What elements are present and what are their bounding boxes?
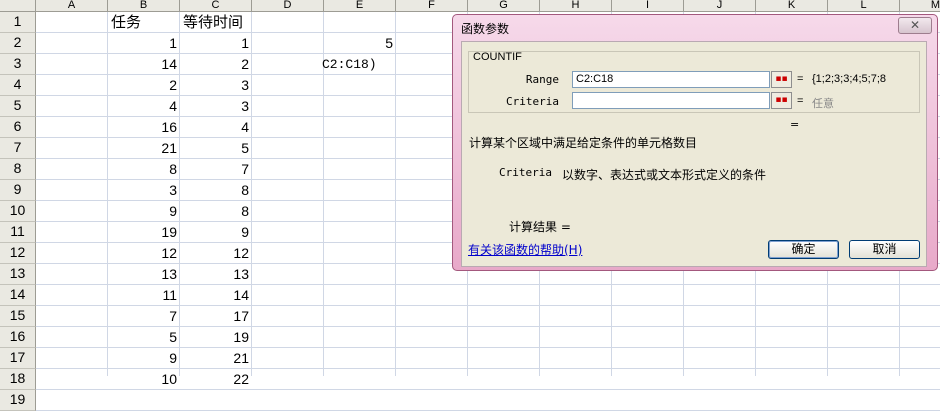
cell-e2[interactable]: 5 [324,33,396,54]
column-header-g[interactable]: G [468,0,540,12]
criteria-collapse-icon[interactable]: ▪▪ [771,92,792,109]
row-header-12[interactable]: 12 [0,243,36,264]
cell-c9[interactable]: 8 [180,180,252,201]
cell-b11[interactable]: 19 [108,222,180,243]
column-header-i[interactable]: I [612,0,684,12]
cell-b14[interactable]: 11 [108,285,180,306]
cell-c14[interactable]: 14 [180,285,252,306]
dialog-body: COUNTIF Range C2:C18 ▪▪ = {1;2;3;3;4;5;7… [461,41,927,267]
range-collapse-icon[interactable]: ▪▪ [771,71,792,88]
argument-description-name: Criteria [499,166,552,179]
formula-result-equals: = [790,118,800,131]
column-header-j[interactable]: J [684,0,756,12]
cell-b8[interactable]: 8 [108,159,180,180]
calculation-result: 计算结果 = [509,220,571,234]
cell-formula-overflow[interactable]: C2:C18) [322,54,452,75]
column-header-f[interactable]: F [396,0,468,12]
close-icon[interactable]: ✕ [898,17,932,34]
cell-b4[interactable]: 2 [108,75,180,96]
column-header-e[interactable]: E [324,0,396,12]
range-label: Range [525,73,559,86]
row-header-18[interactable]: 18 [0,369,36,390]
cancel-button[interactable]: 取消 [849,240,920,259]
cell-c16[interactable]: 19 [180,327,252,348]
cell-b5[interactable]: 4 [108,96,180,117]
cell-b13[interactable]: 13 [108,264,180,285]
cell-b17[interactable]: 9 [108,348,180,369]
cell-c8[interactable]: 7 [180,159,252,180]
row-header-17[interactable]: 17 [0,348,36,369]
function-arguments-dialog: 函数参数 ✕ COUNTIF Range C2:C18 ▪▪ = {1;2;3;… [452,14,938,271]
row-header-11[interactable]: 11 [0,222,36,243]
cell-c12[interactable]: 12 [180,243,252,264]
column-header-k[interactable]: K [756,0,828,12]
cell-b12[interactable]: 12 [108,243,180,264]
cell-c11[interactable]: 9 [180,222,252,243]
row-header-2[interactable]: 2 [0,33,36,54]
function-name: COUNTIF [473,51,522,63]
criteria-label: Criteria [506,95,559,108]
column-header-b[interactable]: B [108,0,180,12]
cell-c17[interactable]: 21 [180,348,252,369]
column-header-m[interactable]: M [900,0,940,12]
column-header-h[interactable]: H [540,0,612,12]
column-header-c[interactable]: C [180,0,252,12]
help-link[interactable]: 有关该函数的帮助(H) [468,241,582,258]
cell-c7[interactable]: 5 [180,138,252,159]
ok-button[interactable]: 确定 [768,240,839,259]
cell-c1[interactable]: 等待时间 [180,12,252,33]
cell-b10[interactable]: 9 [108,201,180,222]
column-header-d[interactable]: D [252,0,324,12]
cell-c10[interactable]: 8 [180,201,252,222]
row-header-1[interactable]: 1 [0,12,36,33]
cell-b2[interactable]: 1 [108,33,180,54]
row-header-9[interactable]: 9 [0,180,36,201]
criteria-result: 任意 [812,98,834,110]
row-header-10[interactable]: 10 [0,201,36,222]
cell-b16[interactable]: 5 [108,327,180,348]
row-header-7[interactable]: 7 [0,138,36,159]
row-header-3[interactable]: 3 [0,54,36,75]
cell-c2[interactable]: 1 [180,33,252,54]
range-result: {1;2;3;3;4;5;7;8 [812,73,887,85]
cell-b15[interactable]: 7 [108,306,180,327]
function-group: COUNTIF Range C2:C18 ▪▪ = {1;2;3;3;4;5;7… [468,51,920,113]
cell-b3[interactable]: 14 [108,54,180,75]
row-header-16[interactable]: 16 [0,327,36,348]
cell-c18[interactable]: 22 [180,369,252,390]
cell-b6[interactable]: 16 [108,117,180,138]
cell-b9[interactable]: 3 [108,180,180,201]
row-header-19[interactable]: 19 [0,390,36,411]
cell-c5[interactable]: 3 [180,96,252,117]
cell-c13[interactable]: 13 [180,264,252,285]
select-all-corner[interactable] [0,0,36,12]
cell-c4[interactable]: 3 [180,75,252,96]
column-header-l[interactable]: L [828,0,900,12]
row-header-4[interactable]: 4 [0,75,36,96]
criteria-input[interactable] [572,92,770,109]
cell-b7[interactable]: 21 [108,138,180,159]
row-header-14[interactable]: 14 [0,285,36,306]
cell-c15[interactable]: 17 [180,306,252,327]
column-header-a[interactable]: A [36,0,108,12]
cell-b1[interactable]: 任务 [108,12,180,33]
cell-b18[interactable]: 10 [108,369,180,390]
dialog-title: 函数参数 [461,22,510,36]
row-header-5[interactable]: 5 [0,96,36,117]
row-header-6[interactable]: 6 [0,117,36,138]
function-description: 计算某个区域中满足给定条件的单元格数目 [469,136,698,150]
row-header-8[interactable]: 8 [0,159,36,180]
range-input[interactable]: C2:C18 [572,71,770,88]
range-equals: = [797,73,804,85]
cell-c3[interactable]: 2 [180,54,252,75]
row-header-15[interactable]: 15 [0,306,36,327]
row-header-13[interactable]: 13 [0,264,36,285]
cell-c6[interactable]: 4 [180,117,252,138]
criteria-equals: = [797,95,804,107]
argument-description-text: 以数字、表达式或文本形式定义的条件 [562,168,767,182]
